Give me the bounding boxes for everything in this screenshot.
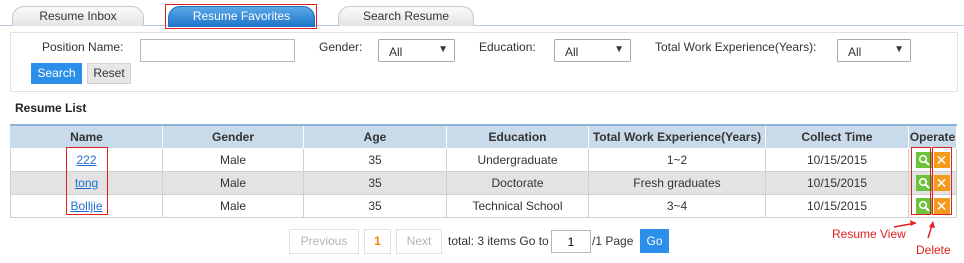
table-row: 222 Male 35 Undergraduate 1~2 10/15/2015… <box>10 148 957 172</box>
gender-select[interactable]: All ▼ <box>378 39 455 62</box>
pagination-total-text: total: 3 items Go to <box>448 234 549 248</box>
next-page-button[interactable]: Next <box>396 229 442 254</box>
column-header-operate: Operate <box>908 124 957 149</box>
education-cell: Technical School <box>446 194 589 218</box>
tab-resume-inbox[interactable]: Resume Inbox <box>12 6 144 26</box>
table-row: Bolljie Male 35 Technical School 3~4 10/… <box>10 194 957 218</box>
column-header-collect-time: Collect Time <box>765 124 909 149</box>
position-name-input[interactable] <box>140 39 295 62</box>
go-button[interactable]: Go <box>640 229 669 253</box>
table-row: tong Male 35 Doctorate Fresh graduates 1… <box>10 171 957 195</box>
chevron-down-icon: ▼ <box>614 44 624 55</box>
gender-label: Gender: <box>319 40 363 54</box>
column-header-name: Name <box>10 124 163 149</box>
resume-table: Name Gender Age Education Total Work Exp… <box>10 124 957 218</box>
age-cell: 35 <box>303 148 447 172</box>
collect-time-cell: 10/15/2015 <box>765 171 909 195</box>
go-to-page-input[interactable] <box>551 230 591 253</box>
gender-cell: Male <box>162 171 304 195</box>
reset-button[interactable]: Reset <box>87 63 131 84</box>
search-button[interactable]: Search <box>31 63 82 84</box>
gender-cell: Male <box>162 148 304 172</box>
education-select[interactable]: All ▼ <box>554 39 631 62</box>
experience-cell: 3~4 <box>588 194 766 218</box>
collect-time-cell: 10/15/2015 <box>765 148 909 172</box>
age-cell: 35 <box>303 171 447 195</box>
age-cell: 35 <box>303 194 447 218</box>
chevron-down-icon: ▼ <box>438 44 448 55</box>
current-page-number[interactable]: 1 <box>364 229 391 254</box>
tab-bar: Resume Inbox Resume Favorites Search Res… <box>0 0 964 29</box>
education-cell: Undergraduate <box>446 148 589 172</box>
gender-cell: Male <box>162 194 304 218</box>
column-header-gender: Gender <box>162 124 304 149</box>
column-header-education: Education <box>446 124 589 149</box>
experience-cell: Fresh graduates <box>588 171 766 195</box>
delete-annotation: Delete <box>916 243 951 257</box>
chevron-down-icon: ▼ <box>894 44 904 55</box>
tab-underline <box>0 25 964 26</box>
previous-page-button[interactable]: Previous <box>289 229 359 254</box>
table-header-row: Name Gender Age Education Total Work Exp… <box>10 124 957 149</box>
experience-select[interactable]: All ▼ <box>837 39 911 62</box>
experience-cell: 1~2 <box>588 148 766 172</box>
education-cell: Doctorate <box>446 171 589 195</box>
pagination-page-suffix: /1 Page <box>592 234 634 248</box>
filter-panel: Position Name: Gender: All ▼ Education: … <box>10 32 958 92</box>
experience-label: Total Work Experience(Years): <box>655 40 817 54</box>
active-tab-highlight-box <box>165 4 317 29</box>
column-header-experience: Total Work Experience(Years) <box>588 124 766 149</box>
column-header-age: Age <box>303 124 447 149</box>
experience-select-value: All <box>848 45 862 59</box>
resume-view-annotation: Resume View <box>832 227 906 241</box>
education-label: Education: <box>479 40 536 54</box>
tab-search-resume[interactable]: Search Resume <box>338 6 474 26</box>
gender-select-value: All <box>389 45 403 59</box>
resume-list-title: Resume List <box>15 101 87 115</box>
name-column-highlight-box <box>66 147 108 215</box>
position-name-label: Position Name: <box>42 40 124 54</box>
education-select-value: All <box>565 45 579 59</box>
